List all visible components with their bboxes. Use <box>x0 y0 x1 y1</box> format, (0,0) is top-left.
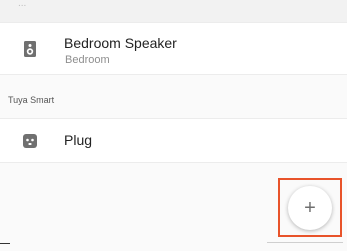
add-device-button[interactable]: + <box>288 186 332 230</box>
device-room: Bedroom <box>65 54 110 66</box>
section-header-tuya-smart: Tuya Smart <box>0 88 347 110</box>
device-name: Bedroom Speaker <box>64 35 177 51</box>
top-section-label: ... <box>18 0 27 9</box>
device-row-bedroom-speaker[interactable]: Bedroom Speaker Bedroom <box>0 22 347 75</box>
device-row-plug[interactable]: Plug <box>0 118 347 163</box>
divider-left <box>0 243 10 244</box>
device-name: Plug <box>64 132 93 148</box>
speaker-icon <box>22 41 38 57</box>
top-section-header: ... <box>0 0 347 22</box>
section-label: Tuya Smart <box>8 95 55 105</box>
plus-icon: + <box>304 197 316 219</box>
divider-right <box>267 242 343 243</box>
plug-icon <box>22 133 38 149</box>
